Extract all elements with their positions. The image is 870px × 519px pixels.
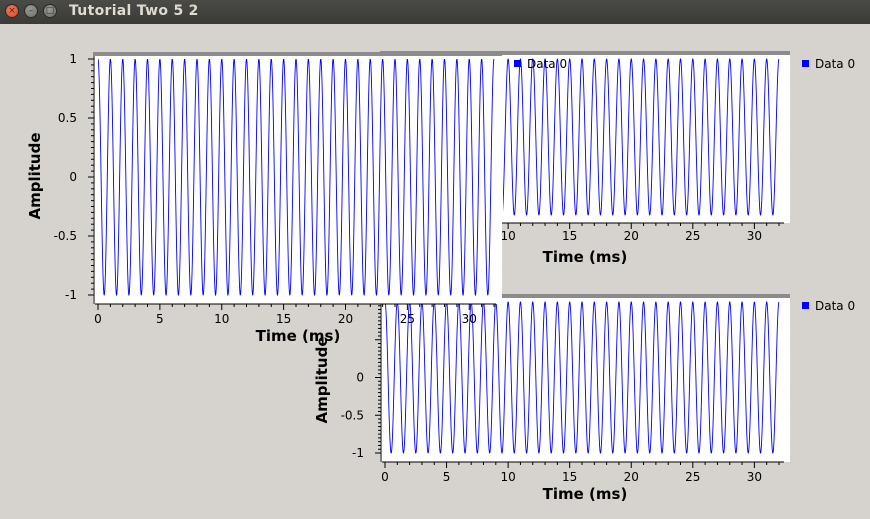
- x-tick-label: 25: [685, 229, 700, 243]
- plot-top-border: [93, 52, 502, 56]
- x-tick-label: 25: [400, 312, 415, 326]
- legend-label: Data 0: [815, 57, 855, 71]
- plot-panel: 0 5 10 15 20 25 30 -1 -0.5 0 Time (ms) Amplitude Dat…: [313, 294, 855, 503]
- y-tick-label: 1: [69, 52, 77, 66]
- x-tick-label: 25: [685, 470, 700, 484]
- legend-swatch: [802, 302, 809, 309]
- x-tick-label: 30: [747, 229, 762, 243]
- y-tick-label: -0.5: [54, 229, 77, 243]
- x-tick-label: 10: [214, 312, 229, 326]
- y-tick-label: -1: [352, 446, 364, 460]
- y-tick-label: -0.5: [341, 408, 364, 422]
- x-tick-label: 0: [94, 312, 102, 326]
- x-tick-label: 15: [562, 470, 577, 484]
- x-tick-label: 15: [562, 229, 577, 243]
- legend-label: Data 0: [815, 299, 855, 313]
- x-tick-label: 20: [624, 229, 639, 243]
- x-tick-label: 10: [500, 229, 515, 243]
- x-axis-title: Time (ms): [256, 327, 341, 345]
- x-tick-label: 10: [500, 470, 515, 484]
- x-axis-title: Time (ms): [543, 248, 628, 266]
- x-tick-label: 5: [443, 470, 451, 484]
- y-tick-label: 0: [69, 170, 77, 184]
- y-tick-label: 0.5: [58, 111, 77, 125]
- x-tick-label: 20: [338, 312, 353, 326]
- legend-swatch: [514, 60, 521, 67]
- x-tick-label: 30: [747, 470, 762, 484]
- x-tick-label: 30: [462, 312, 477, 326]
- x-tick-label: 15: [276, 312, 291, 326]
- x-tick-label: 5: [156, 312, 164, 326]
- plots-area: 10 15 20 25 30Time (ms)Data 00 5 10 15 20 25 30-1-…: [26, 51, 855, 503]
- y-tick-label: 0: [356, 371, 364, 385]
- y-axis-title: Amplitude: [26, 132, 44, 219]
- legend-label: Data 0: [527, 57, 567, 71]
- x-tick-label: 20: [624, 470, 639, 484]
- x-tick-label: 0: [381, 470, 389, 484]
- legend-swatch: [802, 60, 809, 67]
- plot-panel: 0 5 10 15 20 25 30 -1 -0.5 0 0.5 1 Time (ms) Amplitud…: [26, 52, 567, 345]
- x-axis-title: Time (ms): [543, 485, 628, 503]
- y-axis-title: Amplitude: [313, 336, 331, 423]
- y-tick-label: -1: [65, 288, 77, 302]
